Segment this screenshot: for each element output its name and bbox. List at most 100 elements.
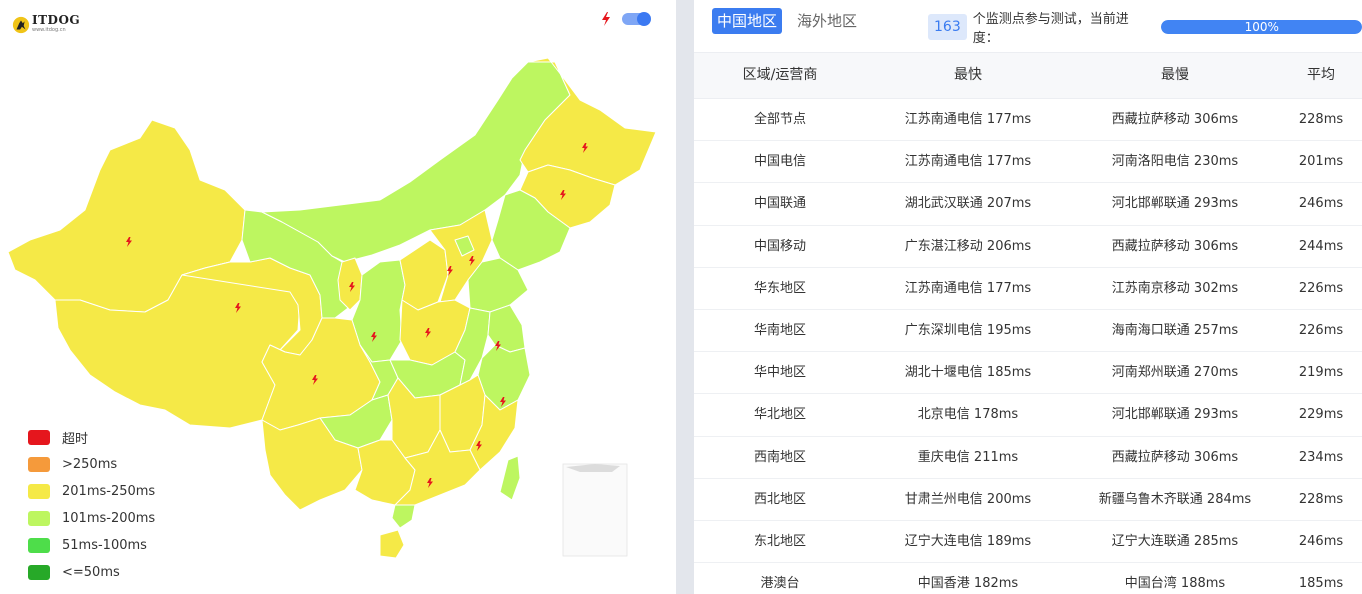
cell-region: 中国电信 xyxy=(753,154,806,170)
map-panel: ITDOG www.itdog.cn 超时 >250ms 201ms-250ms… xyxy=(0,0,676,594)
region-guangdong-west[interactable] xyxy=(391,504,416,529)
legend-item-over-250[interactable]: >250ms xyxy=(28,451,155,478)
cell-slowest: 中国台湾 188ms xyxy=(1124,576,1226,592)
brand-name: ITDOG xyxy=(32,13,81,27)
cell-region: 华北地区 xyxy=(753,407,806,423)
progress-label: 100% xyxy=(1244,20,1279,34)
legend-label: 51ms-100ms xyxy=(62,538,147,553)
table-row[interactable]: 华北地区 北京电信 178ms 河北邯郸联通 293ms 229ms xyxy=(694,394,1362,437)
legend-swatch xyxy=(28,511,50,526)
table-row[interactable]: 东北地区 辽宁大连电信 189ms 辽宁大连联通 285ms 246ms xyxy=(694,521,1362,564)
cell-slowest: 新疆乌鲁木齐联通 284ms xyxy=(1098,491,1252,507)
cell-average: 246ms xyxy=(1298,533,1344,549)
cell-slowest: 西藏拉萨移动 306ms xyxy=(1111,449,1239,465)
page-root: ITDOG www.itdog.cn 超时 >250ms 201ms-250ms… xyxy=(0,0,1362,594)
table-row[interactable]: 中国联通 湖北武汉联通 207ms 河北邯郸联通 293ms 246ms xyxy=(694,183,1362,226)
cell-slowest: 河北邯郸联通 293ms xyxy=(1111,407,1239,423)
table-row[interactable]: 全部节点 江苏南通电信 177ms 西藏拉萨移动 306ms 228ms xyxy=(694,99,1362,142)
cell-fastest: 江苏南通电信 177ms xyxy=(904,280,1032,296)
cell-region: 全部节点 xyxy=(753,112,806,127)
legend-swatch xyxy=(28,484,50,499)
cell-region: 华中地区 xyxy=(753,365,806,381)
region-jiangsu[interactable] xyxy=(487,304,526,353)
legend-label: >250ms xyxy=(62,457,118,472)
panel-divider xyxy=(676,0,694,594)
table-body: 全部节点 江苏南通电信 177ms 西藏拉萨移动 306ms 228ms 中国电信 江苏南… xyxy=(694,99,1362,594)
cell-average: 185ms xyxy=(1298,576,1344,592)
cell-region: 中国联通 xyxy=(753,196,806,212)
brand-url: www.itdog.cn xyxy=(32,27,66,33)
cell-fastest: 湖北武汉联通 207ms xyxy=(904,196,1032,212)
legend-swatch xyxy=(28,457,50,472)
cell-region: 中国移动 xyxy=(753,238,806,254)
table-row[interactable]: 中国电信 江苏南通电信 177ms 河南洛阳电信 230ms 201ms xyxy=(694,141,1362,184)
lightning-bolt-icon[interactable] xyxy=(600,12,612,26)
tab-overseas[interactable]: 海外地区 xyxy=(792,8,862,34)
dog-logo-icon xyxy=(12,16,30,34)
cell-region: 西南地区 xyxy=(753,449,806,465)
cell-region: 华东地区 xyxy=(753,280,806,296)
cell-average: 228ms xyxy=(1298,112,1344,127)
cell-slowest: 河北邯郸联通 293ms xyxy=(1111,196,1239,212)
region-tabs: 中国地区 海外地区 xyxy=(712,8,862,34)
tab-china[interactable]: 中国地区 xyxy=(712,8,783,34)
header-slowest[interactable]: 最慢 xyxy=(1070,53,1280,98)
cell-fastest: 甘肃兰州电信 200ms xyxy=(904,491,1032,507)
legend-label: 超时 xyxy=(62,432,89,447)
latency-legend: 超时 >250ms 201ms-250ms 101ms-200ms 51ms-1… xyxy=(28,424,155,586)
table-row[interactable]: 西北地区 甘肃兰州电信 200ms 新疆乌鲁木齐联通 284ms 228ms xyxy=(694,479,1362,521)
region-taiwan[interactable] xyxy=(499,455,521,501)
cell-slowest: 西藏拉萨移动 306ms xyxy=(1111,112,1239,127)
cell-average: 219ms xyxy=(1298,365,1344,381)
cell-fastest: 江苏南通电信 177ms xyxy=(904,154,1032,170)
header-average[interactable]: 平均 xyxy=(1280,53,1362,98)
region-ningxia[interactable] xyxy=(337,257,363,311)
table-row[interactable]: 华东地区 江苏南通电信 177ms 江苏南京移动 302ms 226ms xyxy=(694,268,1362,310)
table-row[interactable]: 中国移动 广东湛江移动 206ms 西藏拉萨移动 306ms 244ms xyxy=(694,226,1362,268)
table-row[interactable]: 华南地区 广东深圳电信 195ms 海南海口联通 257ms 226ms xyxy=(694,310,1362,353)
cell-region: 华南地区 xyxy=(753,322,806,338)
cell-average: 234ms xyxy=(1298,449,1344,465)
cell-fastest: 重庆电信 211ms xyxy=(917,449,1019,465)
header-fastest[interactable]: 最快 xyxy=(866,53,1070,98)
cell-average: 229ms xyxy=(1298,407,1344,423)
region-hainan[interactable] xyxy=(379,529,405,559)
cell-slowest: 河南郑州联通 270ms xyxy=(1111,365,1239,381)
test-progress: 163 个监测点参与测试，当前进度： 100% xyxy=(928,8,1362,46)
legend-label: 101ms-200ms xyxy=(62,511,156,526)
cell-slowest: 西藏拉萨移动 306ms xyxy=(1111,238,1239,254)
legend-label: 201ms-250ms xyxy=(62,484,156,499)
cell-fastest: 北京电信 178ms xyxy=(917,407,1019,423)
progress-bar: 100% xyxy=(1161,20,1362,34)
probe-toggle-switch[interactable] xyxy=(622,12,651,26)
legend-item-under-50[interactable]: <=50ms xyxy=(28,559,155,586)
results-panel: 中国地区 海外地区 163 个监测点参与测试，当前进度： 100% 区域/运营商… xyxy=(694,0,1362,594)
table-header: 区域/运营商 最快 最慢 平均 xyxy=(694,52,1362,99)
progress-text: 个监测点参与测试，当前进度： xyxy=(972,12,1129,46)
brand-logo[interactable]: ITDOG www.itdog.cn xyxy=(12,14,80,34)
table-row[interactable]: 西南地区 重庆电信 211ms 西藏拉萨移动 306ms 234ms xyxy=(694,437,1362,479)
cell-fastest: 广东湛江移动 206ms xyxy=(904,238,1032,254)
cell-slowest: 河南洛阳电信 230ms xyxy=(1111,154,1239,170)
cell-slowest: 海南海口联通 257ms xyxy=(1111,322,1239,338)
legend-item-101-200[interactable]: 101ms-200ms xyxy=(28,505,155,532)
toggle-knob xyxy=(637,12,651,26)
legend-swatch xyxy=(28,538,50,553)
legend-item-51-100[interactable]: 51ms-100ms xyxy=(28,532,155,559)
cell-average: 246ms xyxy=(1298,196,1344,212)
legend-item-201-250[interactable]: 201ms-250ms xyxy=(28,478,155,505)
cell-fastest: 湖北十堰电信 185ms xyxy=(904,365,1032,381)
cell-fastest: 江苏南通电信 177ms xyxy=(904,112,1032,127)
cell-fastest: 中国香港 182ms xyxy=(917,576,1019,592)
cell-slowest: 辽宁大连联通 285ms xyxy=(1111,533,1239,549)
cell-average: 226ms xyxy=(1298,280,1344,296)
table-row[interactable]: 华中地区 湖北十堰电信 185ms 河南郑州联通 270ms 219ms xyxy=(694,352,1362,395)
legend-item-timeout[interactable]: 超时 xyxy=(28,424,155,451)
cell-average: 228ms xyxy=(1298,491,1344,507)
header-region[interactable]: 区域/运营商 xyxy=(694,53,866,98)
cell-fastest: 广东深圳电信 195ms xyxy=(904,322,1032,338)
table-row[interactable]: 港澳台 中国香港 182ms 中国台湾 188ms 185ms xyxy=(694,563,1362,594)
cell-region: 西北地区 xyxy=(753,491,806,507)
probe-count-badge: 163 xyxy=(928,14,967,40)
results-table: 区域/运营商 最快 最慢 平均 全部节点 江苏南通电信 177ms 西藏拉萨移动 3… xyxy=(694,52,1362,594)
